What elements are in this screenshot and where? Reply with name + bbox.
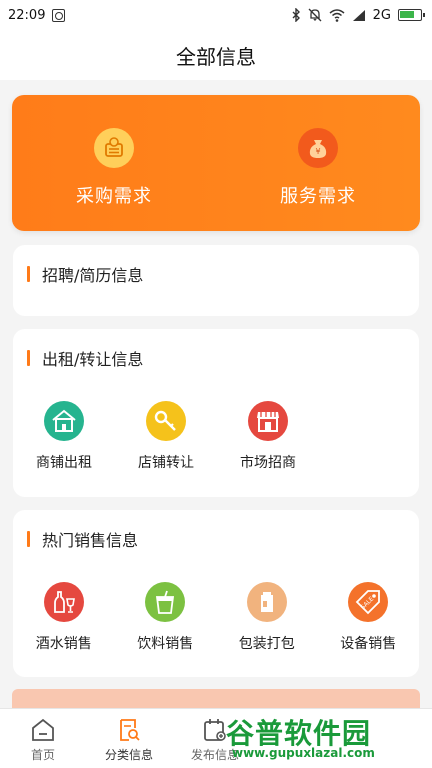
battery-icon bbox=[398, 9, 425, 21]
beverage-sales-label: 饮料销售 bbox=[137, 636, 194, 652]
market-investment-item[interactable]: 市场招商 bbox=[217, 401, 319, 472]
recruit-section[interactable]: 招聘/简历信息 bbox=[13, 245, 419, 316]
key-icon bbox=[146, 401, 186, 441]
page-title: 全部信息 bbox=[176, 44, 256, 69]
packaging-label: 包装打包 bbox=[238, 636, 295, 652]
equipment-sales-label: 设备销售 bbox=[340, 636, 397, 652]
packaging-item[interactable]: 包装打包 bbox=[216, 582, 318, 653]
tab-category[interactable]: 分类信息 bbox=[86, 709, 172, 768]
purchase-demand-button[interactable]: 采购需求 bbox=[12, 95, 216, 231]
purchase-demand-label: 采购需求 bbox=[76, 186, 152, 207]
shop-transfer-item[interactable]: 店铺转让 bbox=[115, 401, 217, 472]
hot-sales-section-title: 热门销售信息 bbox=[42, 531, 139, 550]
page-title-bar: 全部信息 bbox=[0, 30, 432, 80]
mute-bell-icon bbox=[308, 8, 322, 22]
service-demand-label: 服务需求 bbox=[280, 186, 356, 207]
watermark: 谷普软件园 www.gupuxlazal.com bbox=[226, 712, 426, 762]
signal-icon bbox=[352, 9, 365, 21]
status-time: 22:09 bbox=[8, 7, 46, 23]
tab-category-label: 分类信息 bbox=[104, 748, 153, 762]
service-demand-button[interactable]: ¥ 服务需求 bbox=[216, 95, 420, 231]
sale-tag-icon: SALE bbox=[348, 582, 389, 622]
rent-section: 出租/转让信息 商铺出租 店铺转让 市场招商 bbox=[13, 329, 419, 497]
market-investment-label: 市场招商 bbox=[240, 455, 296, 471]
package-bag-icon bbox=[246, 582, 287, 622]
network-type: 2G bbox=[372, 7, 391, 23]
liquor-sales-label: 酒水销售 bbox=[35, 636, 92, 652]
storefront-icon bbox=[248, 401, 288, 441]
tab-home[interactable]: 首页 bbox=[0, 709, 86, 768]
liquor-sales-item[interactable]: 酒水销售 bbox=[13, 582, 115, 653]
money-bag-icon: ¥ bbox=[298, 128, 338, 168]
svg-text:¥: ¥ bbox=[315, 147, 320, 156]
beverage-sales-item[interactable]: 饮料销售 bbox=[115, 582, 217, 653]
demand-card: 采购需求 ¥ 服务需求 bbox=[12, 95, 420, 231]
status-bar: 22:09 2G bbox=[0, 0, 432, 30]
section-accent-bar bbox=[27, 350, 30, 366]
shop-rental-label: 商铺出租 bbox=[36, 455, 92, 471]
home-icon bbox=[32, 718, 54, 741]
category-search-icon bbox=[120, 719, 140, 741]
purchase-icon bbox=[94, 128, 134, 168]
drink-cup-icon bbox=[145, 582, 186, 622]
section-accent-bar bbox=[27, 266, 30, 282]
hot-sales-section: 热门销售信息 酒水销售 饮料销售 包装打包 SALE 设备销售 bbox=[13, 510, 419, 677]
bottle-glass-icon bbox=[43, 582, 84, 622]
wifi-icon bbox=[329, 8, 345, 22]
watermark-url: www.gupuxlazal.com bbox=[232, 746, 375, 760]
shop-rental-item[interactable]: 商铺出租 bbox=[13, 401, 115, 472]
recruit-section-title: 招聘/简历信息 bbox=[42, 266, 144, 285]
rent-section-title: 出租/转让信息 bbox=[42, 350, 144, 369]
shop-transfer-label: 店铺转让 bbox=[138, 455, 194, 471]
house-icon bbox=[44, 401, 84, 441]
calendar-add-icon bbox=[204, 719, 226, 741]
bluetooth-icon bbox=[292, 8, 300, 22]
equipment-sales-item[interactable]: SALE 设备销售 bbox=[318, 582, 420, 653]
tab-home-label: 首页 bbox=[30, 748, 55, 762]
section-accent-bar bbox=[27, 531, 30, 547]
screen-capture-icon bbox=[52, 8, 66, 22]
